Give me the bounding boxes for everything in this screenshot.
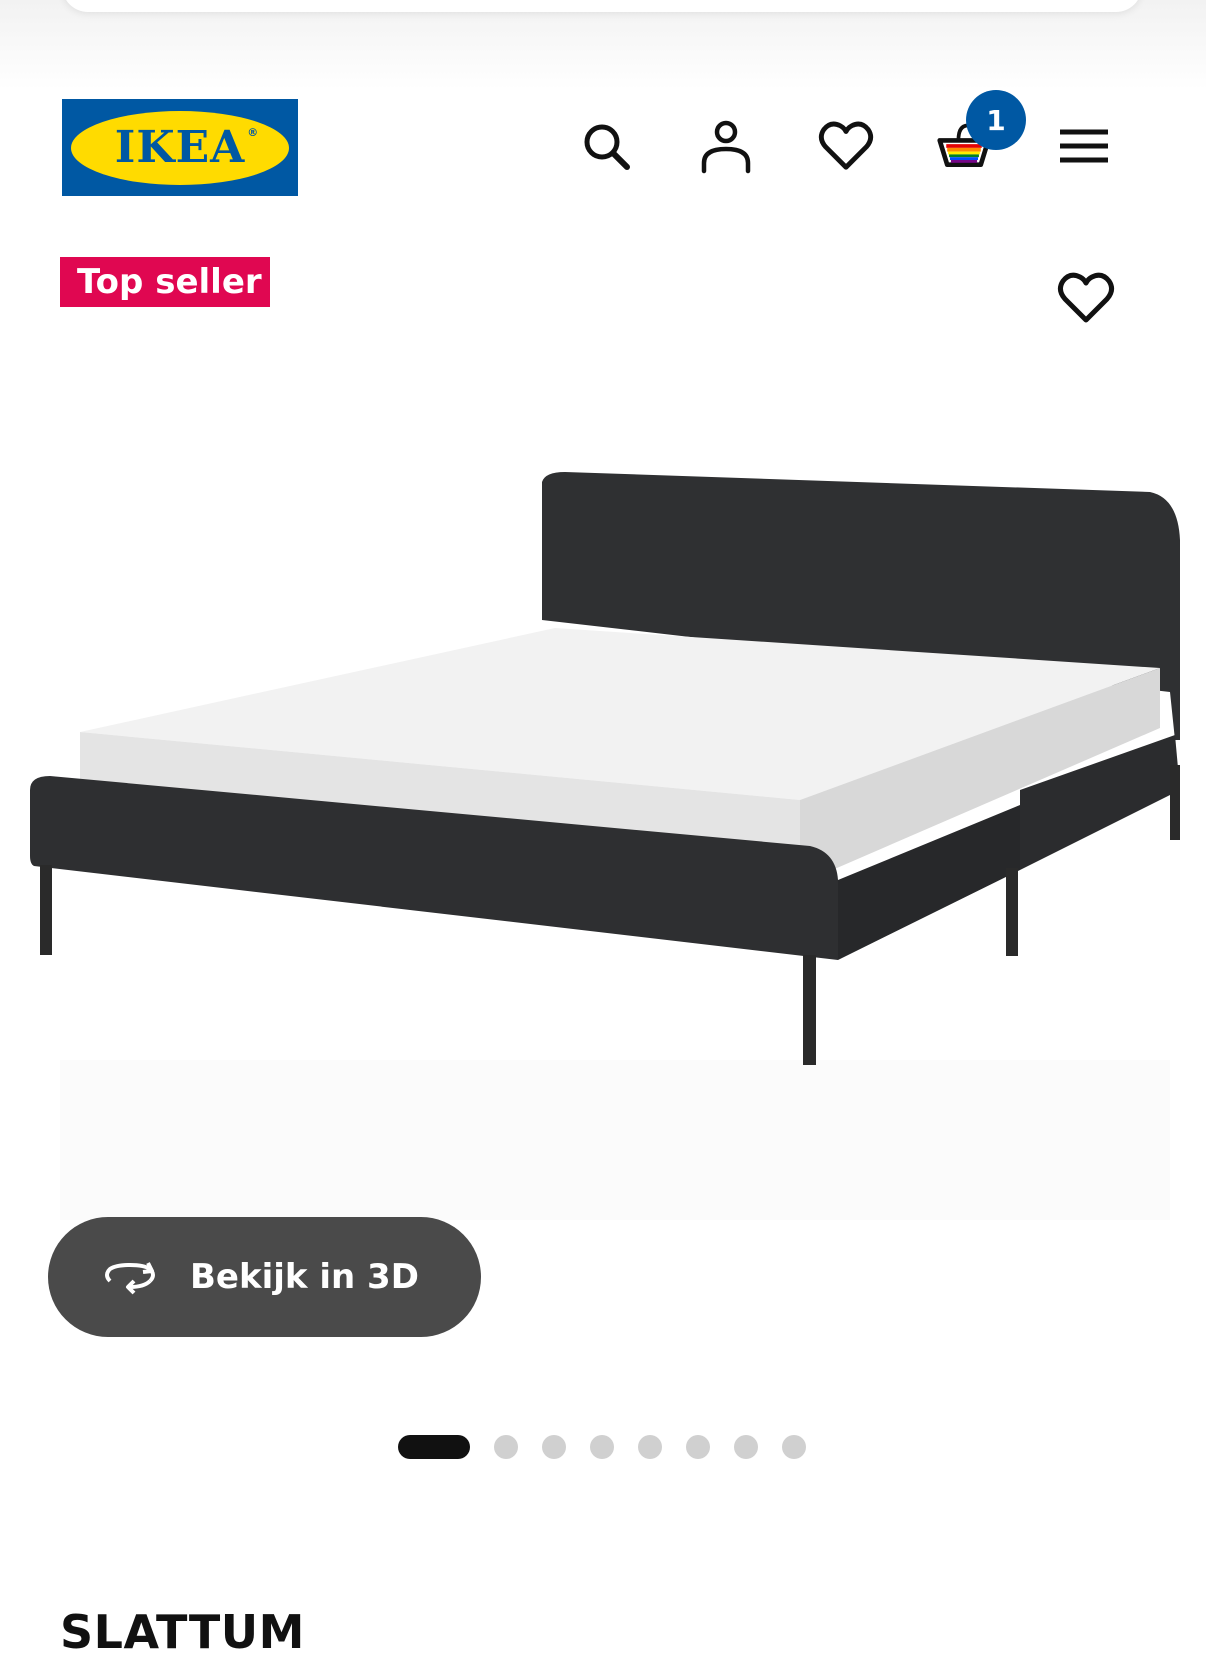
carousel-dot[interactable]: [638, 1435, 662, 1459]
carousel-dot[interactable]: [590, 1435, 614, 1459]
account-icon[interactable]: [698, 118, 754, 174]
carousel-dot[interactable]: [494, 1435, 518, 1459]
ikea-logo[interactable]: IKEA ®: [62, 99, 298, 196]
carousel-dot[interactable]: [542, 1435, 566, 1459]
heart-icon: [1057, 272, 1115, 323]
cart-count-badge: 1: [966, 90, 1026, 150]
rotate-3d-icon: [105, 1262, 155, 1295]
search-bar[interactable]: [62, 0, 1142, 12]
carousel-dot[interactable]: [686, 1435, 710, 1459]
add-to-favorites-button[interactable]: [1056, 270, 1116, 326]
view-in-3d-label: Bekijk in 3D: [190, 1257, 419, 1297]
image-carousel-indicator: [398, 1434, 830, 1460]
search-icon[interactable]: [578, 118, 634, 174]
product-subtitle: [60, 1666, 760, 1674]
logo-oval: IKEA ®: [71, 110, 289, 185]
menu-icon[interactable]: [1056, 118, 1112, 174]
product-image[interactable]: [20, 460, 1190, 1220]
logo-text: IKEA ®: [114, 122, 260, 173]
product-name: SLATTUM: [60, 1605, 305, 1659]
top-shade: [0, 0, 1206, 90]
carousel-dot[interactable]: [782, 1435, 806, 1459]
carousel-dot[interactable]: [734, 1435, 758, 1459]
favorites-icon[interactable]: [818, 118, 874, 174]
view-in-3d-button[interactable]: Bekijk in 3D: [48, 1217, 481, 1337]
top-seller-badge: Top seller: [60, 257, 270, 307]
carousel-dot-active[interactable]: [398, 1435, 470, 1459]
logo-registered-mark: ®: [247, 126, 260, 139]
